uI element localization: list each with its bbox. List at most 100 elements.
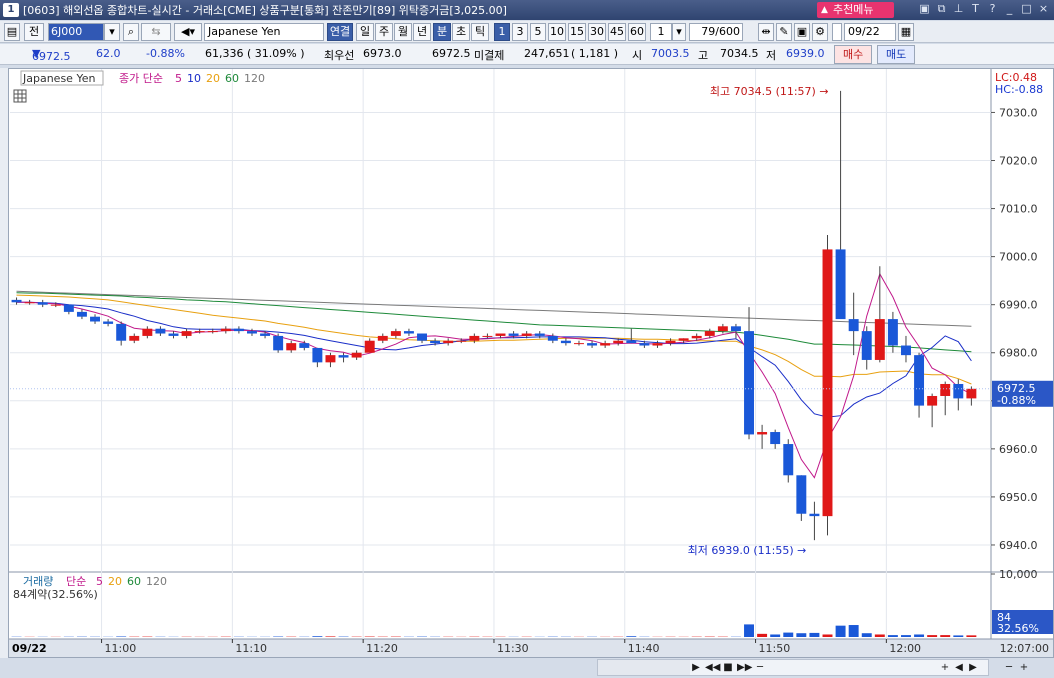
chevron-down-icon[interactable]: ▾ <box>672 23 686 41</box>
scroll-control-1[interactable]: ◀◀ <box>705 660 720 675</box>
help-icon[interactable]: ? <box>986 2 999 16</box>
interval-10-button[interactable]: 10 <box>548 23 566 41</box>
crosshair-icon[interactable]: ⇹ <box>758 23 774 41</box>
restore-icon[interactable]: ▣ <box>918 2 931 16</box>
price-change: 62.0 <box>96 47 121 60</box>
candle-body <box>887 319 898 346</box>
best-bid-value: 6973.0 <box>363 47 402 60</box>
candle-body <box>744 331 754 435</box>
candle-body <box>233 328 244 332</box>
count-field[interactable]: 79/600 <box>689 23 743 41</box>
candle-body <box>312 347 323 363</box>
period-3-button[interactable]: 년 <box>413 23 431 41</box>
close-icon[interactable]: × <box>1037 2 1050 16</box>
candle-body <box>286 343 297 351</box>
period-1-button[interactable]: 주 <box>375 23 393 41</box>
volume-legend-ma-120: 120 <box>146 575 167 588</box>
calendar-icon[interactable]: ▦ <box>898 23 914 41</box>
code-input[interactable]: 6J000 <box>48 23 104 41</box>
candle-body <box>587 343 598 346</box>
settings-icon[interactable]: ⚙ <box>812 23 828 41</box>
scroll-control-7[interactable]: ▶ <box>966 660 980 675</box>
unit-0-button[interactable]: 분 <box>433 23 451 41</box>
volume-bar <box>822 634 833 637</box>
volume-bar <box>116 636 127 637</box>
compare-icon[interactable]: ⇆ <box>141 23 171 41</box>
y-tick-label: 6950.0 <box>999 491 1038 504</box>
title-bar: 1 [0603] 해외선옵 종합차트-실시간 - 거래소[CME] 상품구분[통… <box>0 0 1054 20</box>
window-title: [0603] 해외선옵 종합차트-실시간 - 거래소[CME] 상품구분[통화]… <box>23 4 507 17</box>
candle-body <box>495 333 506 336</box>
candle-body <box>809 513 820 517</box>
text-icon[interactable]: T <box>969 2 982 16</box>
interval-60-button[interactable]: 60 <box>628 23 646 41</box>
scroll-control-4[interactable]: ─ <box>753 660 767 675</box>
price-value: 6972.5 <box>32 50 71 63</box>
volume-bar <box>940 635 951 637</box>
interval-1-button[interactable]: 1 <box>494 23 510 41</box>
date-field[interactable]: 09/22 <box>844 23 896 41</box>
candle-body <box>861 331 872 360</box>
chart-area[interactable]: 7030.07020.07010.07000.06990.06980.06970… <box>8 68 1054 658</box>
volume-legend-ma-5: 5 <box>96 575 103 588</box>
volume-info: 61,336 ( 31.09% ) <box>205 47 305 60</box>
speaker-icon[interactable]: ◀▾ <box>174 23 202 41</box>
layout-icon[interactable]: ▤ <box>4 23 20 41</box>
interval-5-button[interactable]: 5 <box>530 23 546 41</box>
period-0-button[interactable]: 일 <box>356 23 374 41</box>
candle-body <box>116 323 127 341</box>
window-icon[interactable]: ⧉ <box>935 2 948 16</box>
interval-15-button[interactable]: 15 <box>568 23 586 41</box>
x-tick-label: 12:00 <box>889 642 921 655</box>
interval-select[interactable]: 1 <box>650 23 672 41</box>
interval-45-button[interactable]: 45 <box>608 23 626 41</box>
price-volume-chart[interactable]: 7030.07020.07010.07000.06990.06980.06970… <box>9 69 1053 657</box>
minimize-icon[interactable]: _ <box>1003 2 1016 16</box>
chart-background <box>9 69 1053 657</box>
sell-button[interactable]: 매도 <box>877 45 916 64</box>
candle-body <box>194 331 205 333</box>
date-checkbox[interactable] <box>832 23 842 41</box>
scroll-control-2[interactable]: ■ <box>721 660 735 675</box>
x-tick-label: 11:40 <box>628 642 660 655</box>
candle-body <box>430 340 441 344</box>
candle-body <box>730 326 741 332</box>
scroll-control-5[interactable]: + <box>938 660 952 675</box>
scroll-thumb[interactable] <box>598 660 690 675</box>
count-value: 79 <box>701 25 716 38</box>
candle-body <box>874 319 885 360</box>
unit-1-button[interactable]: 초 <box>452 23 470 41</box>
buy-button[interactable]: 매수 <box>834 45 873 64</box>
recommend-menu-button[interactable]: 추천메뉴 <box>817 2 894 18</box>
candle-body <box>547 335 558 341</box>
period-2-button[interactable]: 월 <box>394 23 412 41</box>
connect-button[interactable]: 연결 <box>327 23 353 41</box>
candle-body <box>456 340 467 342</box>
y-tick-label: 6990.0 <box>999 299 1038 312</box>
search-icon[interactable]: ⌕ <box>123 23 139 41</box>
scroll-control-0[interactable]: ▶ <box>689 660 703 675</box>
candle-body <box>613 340 624 344</box>
scroll-control-3[interactable]: ▶▶ <box>737 660 752 675</box>
pin-icon[interactable]: ⊥ <box>952 2 965 16</box>
draw-icon[interactable]: ✎ <box>776 23 792 41</box>
y-tick-label: 7000.0 <box>999 251 1038 264</box>
scroll-control-9[interactable]: + <box>1017 660 1031 675</box>
scroll-control-6[interactable]: ◀ <box>952 660 966 675</box>
candle-body <box>822 249 833 517</box>
current-price: 6972.5 ▼ <box>32 47 71 63</box>
unit-2-button[interactable]: 틱 <box>471 23 489 41</box>
scroll-control-8[interactable]: ─ <box>1002 660 1016 675</box>
interval-3-button[interactable]: 3 <box>512 23 528 41</box>
jeon-button[interactable]: 전 <box>24 23 44 41</box>
candle-body <box>940 383 951 396</box>
interval-30-button[interactable]: 30 <box>588 23 606 41</box>
volume-bar <box>927 635 938 637</box>
save-icon[interactable]: ▣ <box>794 23 810 41</box>
chart-scrollbar[interactable] <box>597 659 989 676</box>
candle-body <box>390 331 401 336</box>
dropdown-icon[interactable]: ▾ <box>104 23 120 41</box>
maximize-icon[interactable]: □ <box>1020 2 1033 16</box>
candle-body <box>207 331 218 333</box>
volume-bar <box>809 632 820 637</box>
